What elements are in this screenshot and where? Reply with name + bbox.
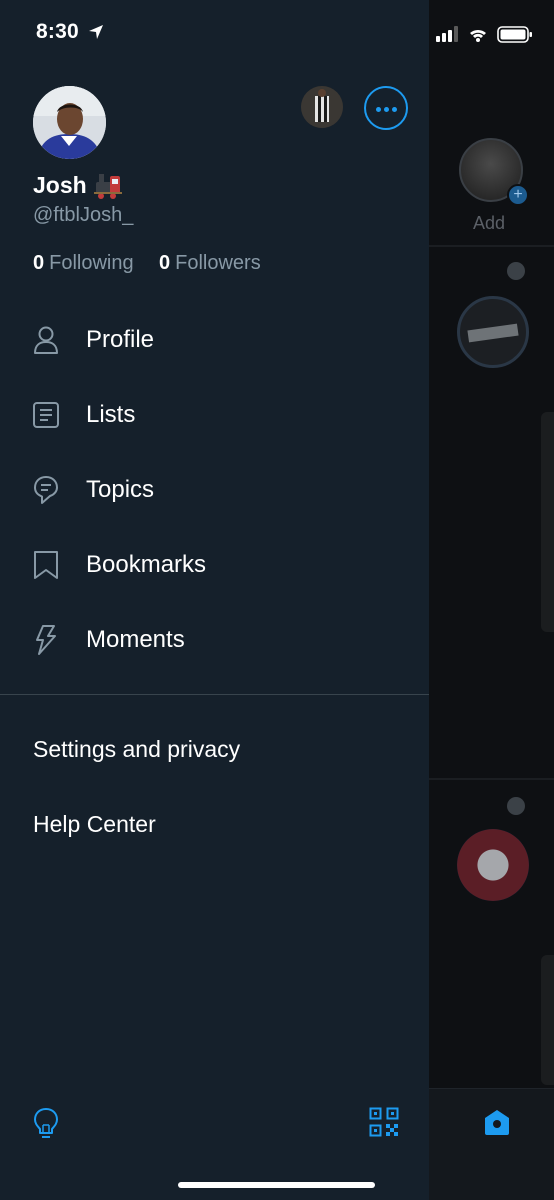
menu-item-bookmarks[interactable]: Bookmarks <box>0 535 429 595</box>
menu-item-label: Lists <box>86 401 136 428</box>
status-time: 8:30 <box>36 20 79 43</box>
bookmark-icon <box>34 551 58 579</box>
switch-account-avatar[interactable] <box>301 86 343 128</box>
settings-and-privacy-link[interactable]: Settings and privacy <box>33 736 240 763</box>
profile-name[interactable]: Josh <box>33 172 87 199</box>
menu-item-moments[interactable]: Moments <box>0 610 429 670</box>
divider <box>429 245 554 247</box>
menu-item-label: Topics <box>86 476 155 503</box>
plus-icon: + <box>507 184 529 206</box>
divider <box>429 778 554 780</box>
menu-item-label: Profile <box>86 326 155 353</box>
menu-item-lists[interactable]: Lists <box>0 385 429 445</box>
list-icon <box>33 402 59 428</box>
lightning-icon <box>36 625 56 655</box>
side-drawer: 8:30 Josh @ftblJosh_ 0 Following 0 Follo… <box>0 0 429 1200</box>
topic-icon <box>507 797 525 815</box>
profile-avatar[interactable] <box>33 86 106 159</box>
location-arrow-icon <box>89 25 103 39</box>
following-link[interactable]: 0 Following <box>33 252 134 275</box>
menu-divider <box>0 694 429 695</box>
menu-item-label: Moments <box>86 626 185 653</box>
system-status-icons <box>436 24 536 44</box>
profile-handle[interactable]: @ftblJosh_ <box>33 204 133 227</box>
fleet-add-label: Add <box>473 213 506 233</box>
following-label: Following <box>49 252 134 274</box>
tab-bar <box>429 1088 554 1200</box>
tweet-avatar[interactable] <box>457 296 529 368</box>
background-timeline[interactable]: + Add <box>429 0 554 1200</box>
help-center-link[interactable]: Help Center <box>33 811 156 838</box>
topics-icon <box>34 476 58 504</box>
tweet-avatar[interactable] <box>457 829 529 901</box>
topic-icon <box>507 262 525 280</box>
lightbulb-icon[interactable] <box>32 1107 60 1141</box>
more-dot-icon <box>392 107 397 112</box>
home-icon[interactable] <box>482 1107 512 1137</box>
menu-item-label: Bookmarks <box>86 551 207 578</box>
followers-link[interactable]: 0 Followers <box>159 252 261 275</box>
tweet-media[interactable] <box>541 412 554 632</box>
following-count: 0 <box>33 252 45 274</box>
more-dot-icon <box>376 107 381 112</box>
more-accounts-button[interactable] <box>364 86 408 130</box>
followers-count: 0 <box>159 252 171 274</box>
tweet-media[interactable] <box>541 955 554 1085</box>
menu-item-topics[interactable]: Topics <box>0 460 429 520</box>
qr-code-icon[interactable] <box>369 1107 399 1137</box>
home-indicator[interactable] <box>178 1182 375 1188</box>
followers-label: Followers <box>175 252 261 274</box>
menu-item-profile[interactable]: Profile <box>0 310 429 370</box>
person-icon <box>34 326 58 354</box>
more-dot-icon <box>384 107 389 112</box>
train-emoji-icon <box>94 174 122 199</box>
